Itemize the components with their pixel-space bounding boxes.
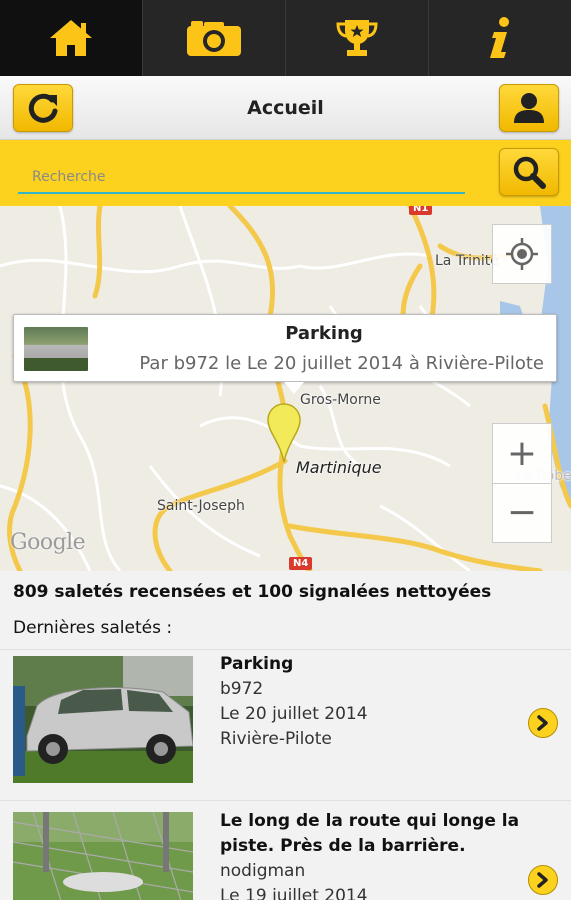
my-location-button[interactable]: [492, 224, 552, 284]
app-header: Accueil: [0, 76, 571, 140]
chevron-right-icon: [537, 872, 548, 888]
search-input[interactable]: [18, 156, 465, 194]
item-details: Parking b972 Le 20 juillet 2014 Rivière-…: [220, 652, 368, 752]
list-item[interactable]: Parking b972 Le 20 juillet 2014 Rivière-…: [0, 650, 571, 800]
map-marker-icon[interactable]: [266, 402, 302, 464]
tab-home[interactable]: [0, 0, 143, 76]
item-photo-car: [13, 656, 193, 783]
item-title: Parking: [220, 654, 294, 674]
route-badge-n4: N4: [289, 557, 313, 570]
item-thumbnail: [13, 656, 193, 783]
map-view[interactable]: N1 N4 La Trinité Gros-Morne Martinique S…: [0, 206, 571, 571]
zoom-out-button[interactable]: −: [492, 483, 552, 543]
crosshair-icon: [506, 238, 538, 270]
info-icon: [490, 17, 509, 58]
map-label-martinique: Martinique: [296, 458, 382, 477]
item-user: nodigman: [220, 861, 306, 881]
item-title: Le long de la route qui longe la piste. …: [220, 811, 520, 856]
item-place: Rivière-Pilote: [220, 729, 332, 749]
stats-summary: 809 saletés recensées et 100 signalées n…: [13, 582, 492, 602]
list-heading: Dernières saletés :: [13, 618, 173, 638]
map-label-la-trinite: La Trinité: [435, 253, 499, 269]
map-label-saint-joseph: Saint-Joseph: [157, 498, 245, 514]
search-bar: [0, 140, 571, 206]
item-details: Le long de la route qui longe la piste. …: [220, 809, 520, 900]
home-icon: [50, 20, 92, 56]
infowindow-thumbnail: [24, 327, 88, 371]
profile-button[interactable]: [499, 84, 559, 132]
top-tab-bar: [0, 0, 571, 76]
list-item[interactable]: Le long de la route qui longe la piste. …: [0, 800, 571, 900]
infowindow-title: Parking: [285, 323, 363, 344]
trophy-icon: [336, 20, 378, 56]
tab-trophy[interactable]: [286, 0, 429, 76]
route-badge-n1: N1: [409, 206, 433, 215]
item-open-button[interactable]: [528, 865, 558, 895]
item-date: Le 19 juillet 2014: [220, 886, 368, 900]
google-logo: Google: [10, 530, 86, 555]
item-photo-fence: [13, 812, 193, 900]
zoom-out-label: −: [506, 492, 538, 533]
zoom-in-label: +: [506, 432, 538, 474]
tab-camera[interactable]: [143, 0, 286, 76]
item-user: b972: [220, 679, 264, 699]
item-open-button[interactable]: [528, 708, 558, 738]
refresh-icon: [28, 93, 58, 123]
chevron-right-icon: [537, 715, 548, 731]
search-button[interactable]: [499, 148, 559, 196]
page-title: Accueil: [247, 97, 324, 119]
infowindow-tail: [284, 382, 304, 394]
item-thumbnail: [13, 812, 193, 900]
camera-icon: [187, 21, 241, 56]
zoom-in-button[interactable]: +: [492, 423, 552, 483]
refresh-button[interactable]: [13, 84, 73, 132]
app-screen: Accueil Recherche N1 N4 La Trinité Gros-…: [0, 0, 571, 900]
tab-info[interactable]: [429, 0, 571, 76]
infowindow-subtitle: Par b972 le Le 20 juillet 2014 à Rivière…: [139, 353, 544, 374]
map-label-gros-morne: Gros-Morne: [300, 392, 381, 408]
search-icon: [513, 156, 546, 189]
item-date: Le 20 juillet 2014: [220, 704, 368, 724]
map-infowindow[interactable]: Parking Par b972 le Le 20 juillet 2014 à…: [13, 314, 557, 394]
user-icon: [514, 93, 544, 123]
